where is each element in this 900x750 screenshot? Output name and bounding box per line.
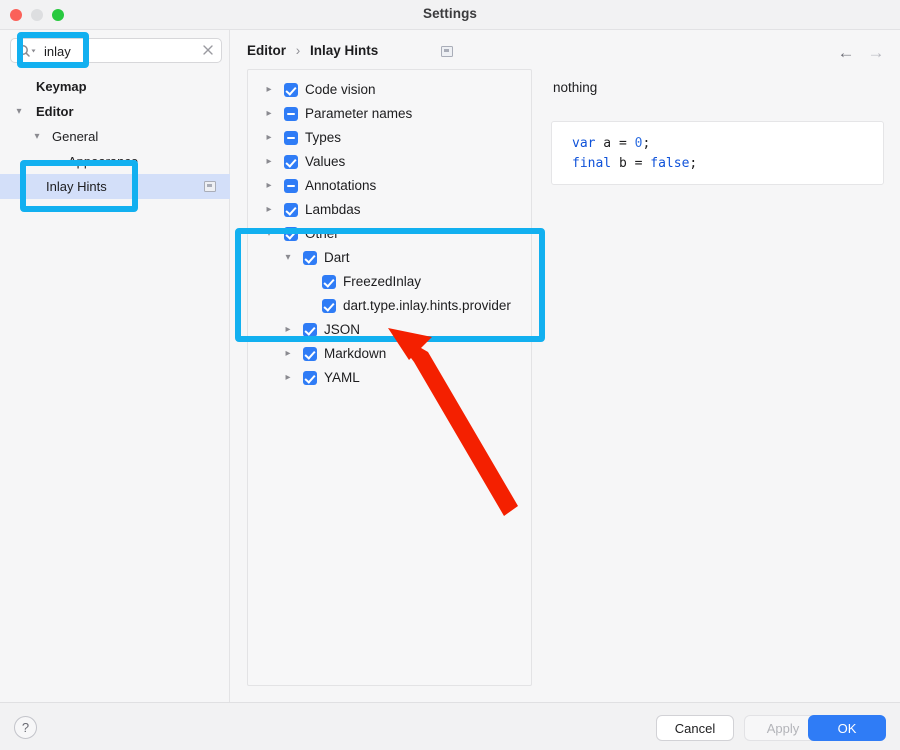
- chevron-placeholder: [18, 74, 32, 99]
- tree-row[interactable]: ▸ Markdown: [248, 342, 532, 366]
- dialog-footer: ? Cancel Apply OK: [0, 702, 900, 750]
- tree-row[interactable]: FreezedInlay: [248, 270, 532, 294]
- tree-row[interactable]: ▸ Values: [248, 150, 532, 174]
- inlay-hints-tree: ▸ Code vision ▸ Parameter names ▸ Types …: [247, 69, 532, 686]
- checkbox[interactable]: [284, 131, 298, 145]
- window-title: Settings: [0, 6, 900, 21]
- chevron-right-icon[interactable]: ▸: [281, 342, 295, 366]
- code-keyword: final: [572, 156, 611, 171]
- search-input[interactable]: inlay: [44, 43, 71, 60]
- chevron-right-icon[interactable]: ▸: [262, 198, 276, 222]
- sidebar-item-label: General: [52, 124, 98, 149]
- checkbox[interactable]: [303, 323, 317, 337]
- help-button[interactable]: ?: [14, 716, 37, 739]
- checkbox[interactable]: [303, 371, 317, 385]
- code-text: ;: [689, 156, 697, 171]
- code-text: a =: [595, 136, 634, 151]
- code-preview: var a = 0; final b = false;: [551, 121, 884, 185]
- sidebar-item-keymap[interactable]: Keymap: [0, 74, 230, 99]
- checkbox[interactable]: [284, 203, 298, 217]
- tree-row-label: JSON: [324, 318, 360, 342]
- checkbox[interactable]: [284, 227, 298, 241]
- code-preview-text: var a = 0; final b = false;: [572, 134, 697, 174]
- chevron-right-icon[interactable]: ▸: [281, 318, 295, 342]
- checkbox[interactable]: [322, 275, 336, 289]
- tree-row-label: Parameter names: [305, 102, 412, 126]
- title-bar: Settings: [0, 0, 900, 30]
- breadcrumb-root[interactable]: Editor: [247, 43, 286, 58]
- chevron-down-icon[interactable]: ▾: [12, 99, 26, 124]
- tree-row-label: dart.type.inlay.hints.provider: [343, 294, 511, 318]
- tree-row[interactable]: ▸ Parameter names: [248, 102, 532, 126]
- tree-row[interactable]: ▸ Types: [248, 126, 532, 150]
- checkbox[interactable]: [322, 299, 336, 313]
- chevron-down-icon[interactable]: ▾: [281, 246, 295, 270]
- tree-row-label: Dart: [324, 246, 350, 270]
- chevron-right-icon[interactable]: ▸: [262, 174, 276, 198]
- tree-row[interactable]: ▸ Lambdas: [248, 198, 532, 222]
- panel-icon[interactable]: [441, 46, 453, 57]
- sidebar-item-label: Appearance: [68, 149, 138, 174]
- settings-sidebar: inlay Keymap ▾ Editor ▾ General: [0, 30, 230, 702]
- settings-dialog: Settings inlay Keymap: [0, 0, 900, 750]
- code-text: ;: [642, 136, 650, 151]
- search-icon[interactable]: [17, 44, 39, 58]
- checkbox[interactable]: [284, 155, 298, 169]
- tree-row-label: Values: [305, 150, 345, 174]
- tree-row-label: Markdown: [324, 342, 386, 366]
- chevron-right-icon[interactable]: ▸: [262, 126, 276, 150]
- sidebar-item-editor[interactable]: ▾ Editor: [0, 99, 230, 124]
- sidebar-item-general[interactable]: ▾ General: [0, 124, 230, 149]
- breadcrumb-separator: ›: [296, 43, 301, 58]
- tree-row[interactable]: ▸ Annotations: [248, 174, 532, 198]
- tree-row[interactable]: ▸ Code vision: [248, 78, 532, 102]
- checkbox[interactable]: [303, 347, 317, 361]
- tree-row-label: Annotations: [305, 174, 376, 198]
- panel-icon[interactable]: [204, 181, 216, 192]
- sidebar-item-label: Editor: [36, 99, 74, 124]
- checkbox[interactable]: [284, 179, 298, 193]
- chevron-down-icon[interactable]: ▾: [262, 222, 276, 246]
- tree-row-label: FreezedInlay: [343, 270, 421, 294]
- back-arrow-icon[interactable]: ←: [834, 42, 858, 64]
- ok-button[interactable]: OK: [808, 715, 886, 741]
- tree-row[interactable]: dart.type.inlay.hints.provider: [248, 294, 532, 318]
- tree-row-label: Types: [305, 126, 341, 150]
- clear-icon[interactable]: [201, 43, 215, 57]
- cancel-button[interactable]: Cancel: [656, 715, 734, 741]
- code-keyword: false: [650, 156, 689, 171]
- tree-row-label: Code vision: [305, 78, 376, 102]
- chevron-down-icon[interactable]: ▾: [30, 124, 44, 149]
- chevron-right-icon[interactable]: ▸: [262, 102, 276, 126]
- breadcrumb: Editor › Inlay Hints: [247, 43, 378, 58]
- search-field[interactable]: inlay: [10, 38, 222, 63]
- tree-row[interactable]: ▸ JSON: [248, 318, 532, 342]
- tree-row-label: Lambdas: [305, 198, 361, 222]
- tree-row[interactable]: ▸ YAML: [248, 366, 532, 390]
- preview-label: nothing: [553, 80, 597, 95]
- code-text: b =: [611, 156, 650, 171]
- tree-row[interactable]: ▾ Dart: [248, 246, 532, 270]
- sidebar-item-label: Inlay Hints: [46, 174, 107, 199]
- settings-content: Editor › Inlay Hints ← → ▸ Code vision ▸…: [231, 30, 900, 702]
- code-keyword: var: [572, 136, 595, 151]
- checkbox[interactable]: [284, 83, 298, 97]
- tree-row[interactable]: ▾ Other: [248, 222, 532, 246]
- forward-arrow-icon[interactable]: →: [864, 42, 888, 64]
- tree-row-label: YAML: [324, 366, 360, 390]
- tree-row-label: Other: [305, 222, 339, 246]
- dialog-body: inlay Keymap ▾ Editor ▾ General: [0, 30, 900, 702]
- sidebar-item-label: Keymap: [36, 74, 87, 99]
- checkbox[interactable]: [284, 107, 298, 121]
- chevron-right-icon[interactable]: ▸: [262, 150, 276, 174]
- chevron-right-icon[interactable]: ▸: [262, 78, 276, 102]
- sidebar-item-inlay-hints[interactable]: Inlay Hints: [0, 174, 230, 199]
- sidebar-item-appearance[interactable]: Appearance: [0, 149, 230, 174]
- checkbox[interactable]: [303, 251, 317, 265]
- breadcrumb-current: Inlay Hints: [310, 43, 378, 58]
- chevron-right-icon[interactable]: ▸: [281, 366, 295, 390]
